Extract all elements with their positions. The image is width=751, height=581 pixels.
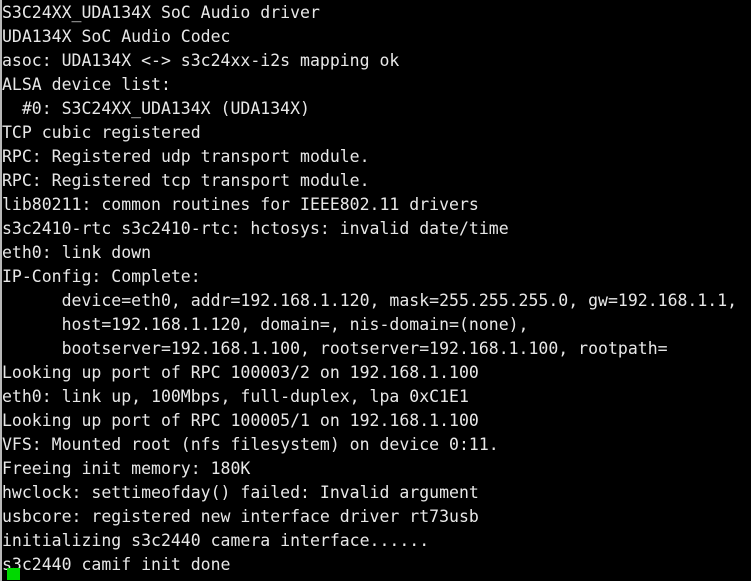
console-line: Looking up port of RPC 100003/2 on 192.1…: [2, 363, 479, 382]
terminal-window[interactable]: S3C24XX_UDA134X SoC Audio driver UDA134X …: [0, 0, 751, 581]
console-output: S3C24XX_UDA134X SoC Audio driver UDA134X …: [2, 1, 751, 581]
console-line: #0: S3C24XX_UDA134X (UDA134X): [2, 99, 310, 118]
console-line: S3C24XX_UDA134X SoC Audio driver: [2, 3, 320, 22]
console-line: bootserver=192.168.1.100, rootserver=192…: [2, 339, 668, 358]
console-line: eth0: link up, 100Mbps, full-duplex, lpa…: [2, 387, 469, 406]
console-line: TCP cubic registered: [2, 123, 201, 142]
console-line: host=192.168.1.120, domain=, nis-domain=…: [2, 315, 529, 334]
console-line: VFS: Mounted root (nfs filesystem) on de…: [2, 435, 499, 454]
console-line: RPC: Registered udp transport module.: [2, 147, 370, 166]
console-line: Looking up port of RPC 100005/1 on 192.1…: [2, 411, 479, 430]
console-line: UDA134X SoC Audio Codec: [2, 27, 231, 46]
console-line: hwclock: settimeofday() failed: Invalid …: [2, 483, 479, 502]
console-line: usbcore: registered new interface driver…: [2, 507, 479, 526]
console-line: initializing s3c2440 camera interface...…: [2, 531, 430, 550]
console-line: IP-Config: Complete:: [2, 267, 201, 286]
console-line: s3c2440 camif init done: [2, 555, 231, 574]
console-line: asoc: UDA134X <-> s3c24xx-i2s mapping ok: [2, 51, 400, 70]
console-line: ALSA device list:: [2, 75, 171, 94]
text-cursor: [7, 568, 20, 580]
console-line: Freeing init memory: 180K: [2, 459, 251, 478]
console-line: eth0: link down: [2, 243, 152, 262]
console-line: device=eth0, addr=192.168.1.120, mask=25…: [2, 291, 738, 310]
console-line: RPC: Registered tcp transport module.: [2, 171, 370, 190]
console-line: lib80211: common routines for IEEE802.11…: [2, 195, 479, 214]
console-line: Loading OV9650 driver.........: [2, 577, 751, 581]
console-line: s3c2410-rtc s3c2410-rtc: hctosys: invali…: [2, 219, 509, 238]
